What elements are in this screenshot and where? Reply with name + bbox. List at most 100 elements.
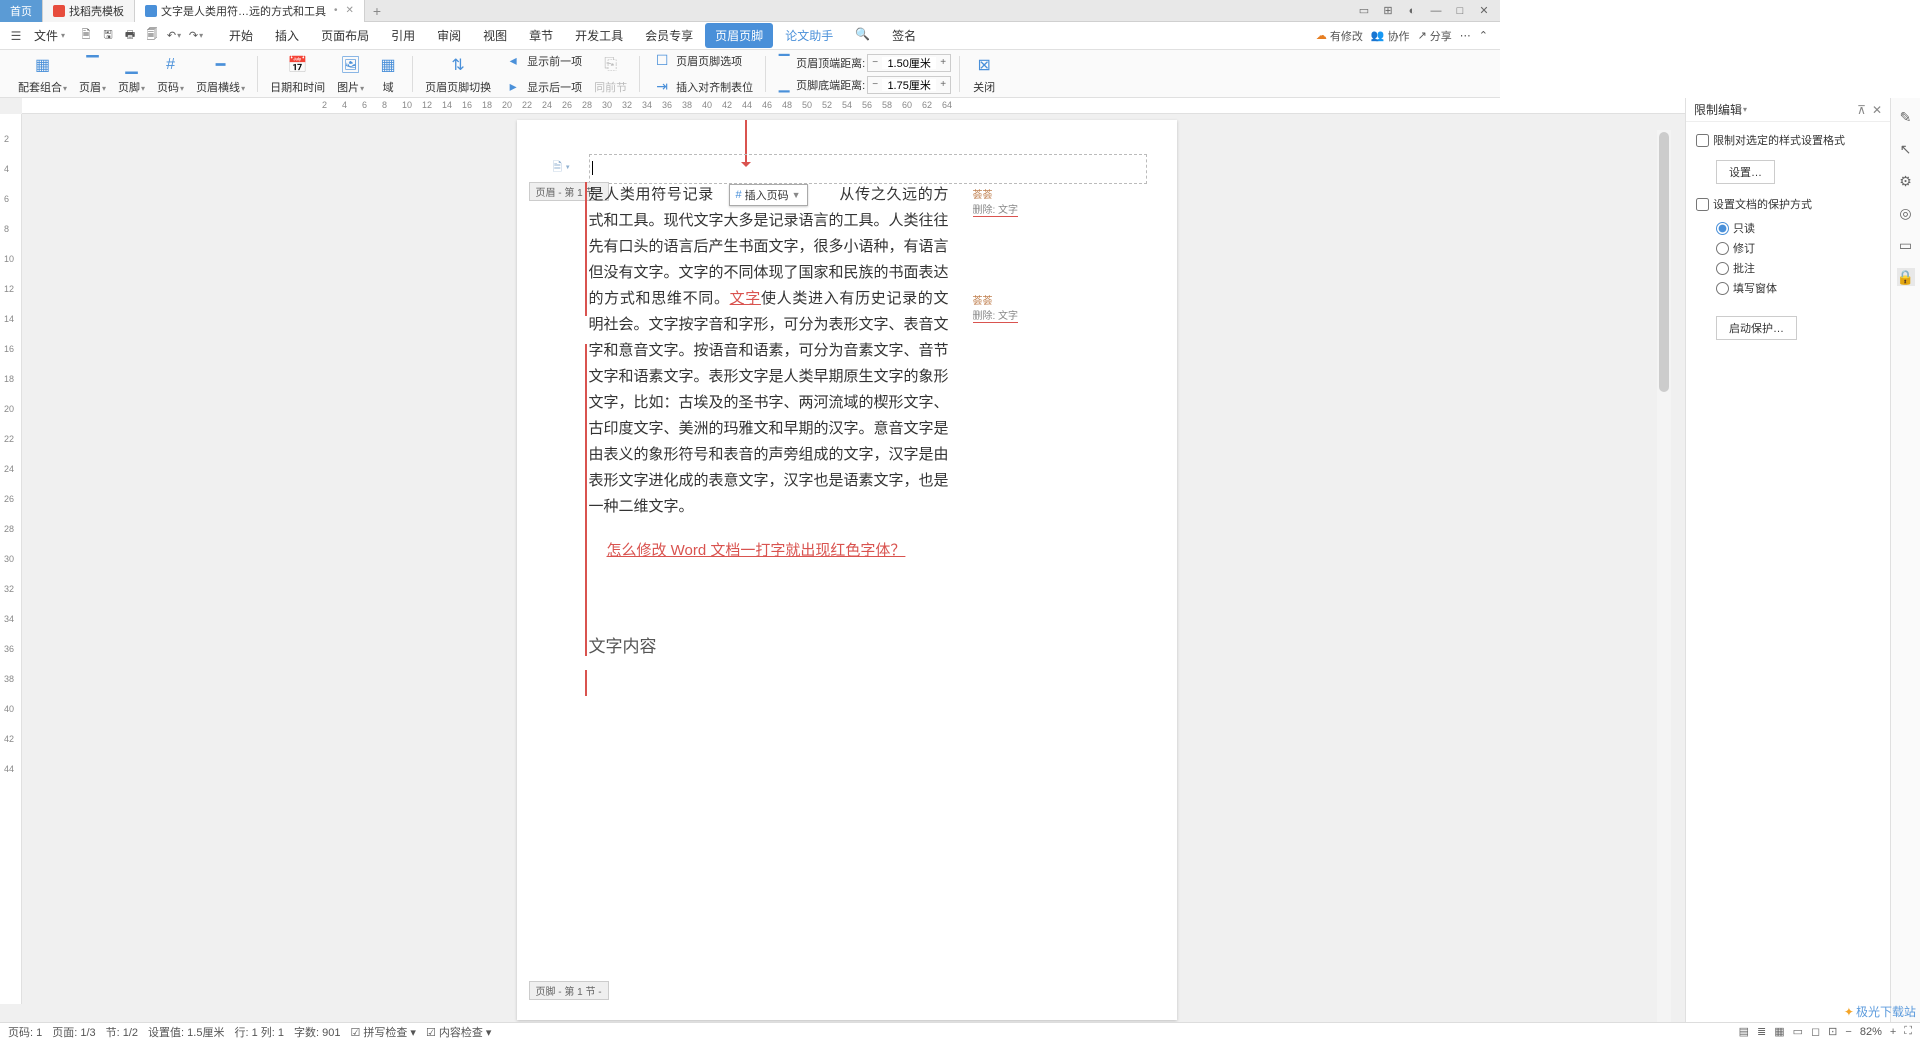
pin-icon[interactable]: ⊼ xyxy=(1857,103,1866,117)
tab-document[interactable]: 文字是人类用符…远的方式和工具•✕ xyxy=(135,0,365,22)
tab-devtools[interactable]: 开发工具 xyxy=(565,23,633,48)
sb-words[interactable]: 字数: 901 xyxy=(294,1024,340,1040)
tab-review[interactable]: 审阅 xyxy=(427,23,471,48)
fullscreen-icon[interactable]: ⛶ xyxy=(1904,1025,1912,1038)
ruler-horizontal[interactable]: 2468101214161820222426283032343638404244… xyxy=(22,98,1685,114)
start-protect-btn[interactable]: 启动保护… xyxy=(1716,316,1797,340)
view-page-icon[interactable]: ▤ xyxy=(1739,1025,1749,1038)
header-edit-zone[interactable] xyxy=(589,154,1147,184)
tab-start[interactable]: 开始 xyxy=(219,23,263,48)
tab-pagelayout[interactable]: 页面布局 xyxy=(311,23,379,48)
toggle-hf-btn[interactable]: ⇅页眉页脚切换 xyxy=(421,51,495,97)
print-preview-icon[interactable]: 🗐 xyxy=(143,27,161,45)
sb-spell[interactable]: ☑ 拼写检查 ▾ xyxy=(350,1024,416,1040)
red-hyperlink[interactable]: 怎么修改 Word 文档一打字就出现红色字体？ xyxy=(607,538,949,564)
radio-comment[interactable]: 批注 xyxy=(1716,260,1880,276)
sb-section[interactable]: 节: 1/2 xyxy=(106,1024,138,1040)
zoom-in-icon[interactable]: + xyxy=(1890,1026,1896,1038)
radio-readonly[interactable]: 只读 xyxy=(1716,220,1880,236)
view-read-icon[interactable]: ▭ xyxy=(1793,1025,1803,1038)
grid-icon[interactable]: ⊞ xyxy=(1380,3,1396,19)
select-icon[interactable]: ↖ xyxy=(1897,140,1915,158)
sb-pages[interactable]: 页面: 1/3 xyxy=(52,1024,95,1040)
revision-balloon[interactable]: 荟荟删除: 文字 xyxy=(973,292,1019,323)
hf-options-btn[interactable]: ☐页眉页脚选项 xyxy=(648,49,757,73)
zoom-out-icon[interactable]: − xyxy=(1845,1026,1851,1038)
inc-bot[interactable]: + xyxy=(936,77,950,93)
location-icon[interactable]: ◎ xyxy=(1897,204,1915,222)
book-icon[interactable]: ▭ xyxy=(1897,236,1915,254)
vertical-scrollbar[interactable] xyxy=(1657,130,1671,1022)
signature-btn[interactable]: 签名 xyxy=(882,23,926,48)
pagenum-btn[interactable]: #页码▾ xyxy=(153,51,188,97)
tab-header-footer[interactable]: 页眉页脚 xyxy=(705,23,773,48)
close-window-icon[interactable]: ✕ xyxy=(1476,3,1492,19)
has-changes[interactable]: ☁有修改 xyxy=(1316,28,1363,44)
view-outline-icon[interactable]: ≣ xyxy=(1757,1025,1766,1038)
tab-references[interactable]: 引用 xyxy=(381,23,425,48)
combo-btn[interactable]: ▦配套组合▾ xyxy=(14,51,71,97)
field-btn[interactable]: ▦域 xyxy=(372,51,404,97)
insert-tab-btn[interactable]: ⇥插入对齐制表位 xyxy=(648,75,757,99)
skin-icon[interactable]: ◐ xyxy=(1404,3,1420,19)
redo-icon[interactable]: ↷▾ xyxy=(187,27,205,45)
top-distance-input[interactable] xyxy=(882,57,936,69)
minimize-icon[interactable]: — xyxy=(1428,3,1444,19)
dec-top[interactable]: − xyxy=(868,55,882,71)
settings-icon[interactable]: ⚙ xyxy=(1897,172,1915,190)
link-prev-btn[interactable]: ⎘同前节 xyxy=(590,51,631,97)
view-focus-icon[interactable]: ◻ xyxy=(1811,1025,1820,1038)
footer-btn[interactable]: ▁页脚▾ xyxy=(114,51,149,97)
sb-content[interactable]: ☑ 内容检查 ▾ xyxy=(426,1024,492,1040)
tab-home[interactable]: 首页 xyxy=(0,0,43,22)
ruler-vertical[interactable]: 2468101214161820222426283032343638404244 xyxy=(0,114,22,1004)
tab-section[interactable]: 章节 xyxy=(519,23,563,48)
sb-line[interactable]: 行: 1 列: 1 xyxy=(234,1024,284,1040)
tab-view[interactable]: 视图 xyxy=(473,23,517,48)
file-menu[interactable]: 文件▾ xyxy=(28,27,71,44)
header-line-btn[interactable]: ━页眉横线▾ xyxy=(192,51,249,97)
layout-icon[interactable]: ▭ xyxy=(1356,3,1372,19)
zoom-value[interactable]: 82% xyxy=(1860,1026,1882,1038)
datetime-btn[interactable]: 📅日期和时间 xyxy=(266,51,329,97)
revision-balloon[interactable]: 荟荟删除: 文字 xyxy=(973,186,1019,217)
tab-close-icon[interactable]: ✕ xyxy=(346,5,354,16)
pencil-icon[interactable]: ✎ xyxy=(1897,108,1915,126)
dec-bot[interactable]: − xyxy=(868,77,882,93)
tab-add[interactable]: + xyxy=(365,3,389,19)
search-icon[interactable]: 🔍 xyxy=(845,23,880,48)
close-panel-icon[interactable]: ✕ xyxy=(1872,103,1882,117)
coop-btn[interactable]: 👥协作 xyxy=(1371,28,1410,44)
tab-member[interactable]: 会员专享 xyxy=(635,23,703,48)
bot-distance-input[interactable] xyxy=(882,79,936,91)
share-btn[interactable]: ↗分享 xyxy=(1418,28,1452,44)
close-hf-btn[interactable]: ⊠关闭 xyxy=(968,51,1000,97)
print-icon[interactable]: 🖶 xyxy=(121,27,139,45)
radio-revision[interactable]: 修订 xyxy=(1716,240,1880,256)
restrict-format-check[interactable]: 限制对选定的样式设置格式 xyxy=(1696,132,1880,148)
settings-btn-1[interactable]: 设置… xyxy=(1716,160,1775,184)
header-btn[interactable]: ▔页眉▾ xyxy=(75,51,110,97)
picture-btn[interactable]: 🖼图片▾ xyxy=(333,51,368,97)
show-next-btn[interactable]: ▸显示后一项 xyxy=(499,75,586,99)
protect-method-check[interactable]: 设置文档的保护方式 xyxy=(1696,196,1880,212)
page-1[interactable]: 🗎 ▾ #插入页码▼ 页眉 - 第 1 节 - 是人类用符号记录表达和传播信息以… xyxy=(517,120,1177,1020)
document-body[interactable]: 是人类用符号记录表达和传播信息以从传之久远的方式和工具。现代文字大多是记录语言的… xyxy=(589,182,949,660)
scrollbar-thumb[interactable] xyxy=(1659,132,1669,392)
new-doc-icon[interactable]: 🗎 xyxy=(77,27,95,45)
sb-page[interactable]: 页码: 1 xyxy=(8,1024,42,1040)
radio-form[interactable]: 填写窗体 xyxy=(1716,280,1880,296)
document-scroll[interactable]: 🗎 ▾ #插入页码▼ 页眉 - 第 1 节 - 是人类用符号记录表达和传播信息以… xyxy=(22,114,1671,1022)
hamburger-icon[interactable]: ☰ xyxy=(6,26,26,46)
inc-top[interactable]: + xyxy=(936,55,950,71)
more-icon[interactable]: ⋯ xyxy=(1460,29,1471,42)
save-icon[interactable]: 🖫 xyxy=(99,27,117,45)
fit-icon[interactable]: ⊡ xyxy=(1828,1025,1837,1038)
lock-icon[interactable]: 🔒 xyxy=(1897,268,1915,286)
tab-templates[interactable]: 找稻壳模板 xyxy=(43,0,135,22)
collapse-ribbon-icon[interactable]: ⌃ xyxy=(1479,29,1488,42)
tab-thesis[interactable]: 论文助手 xyxy=(775,23,843,48)
show-prev-btn[interactable]: ◂显示前一项 xyxy=(499,49,586,73)
undo-icon[interactable]: ↶▾ xyxy=(165,27,183,45)
sb-setval[interactable]: 设置值: 1.5厘米 xyxy=(148,1024,224,1040)
